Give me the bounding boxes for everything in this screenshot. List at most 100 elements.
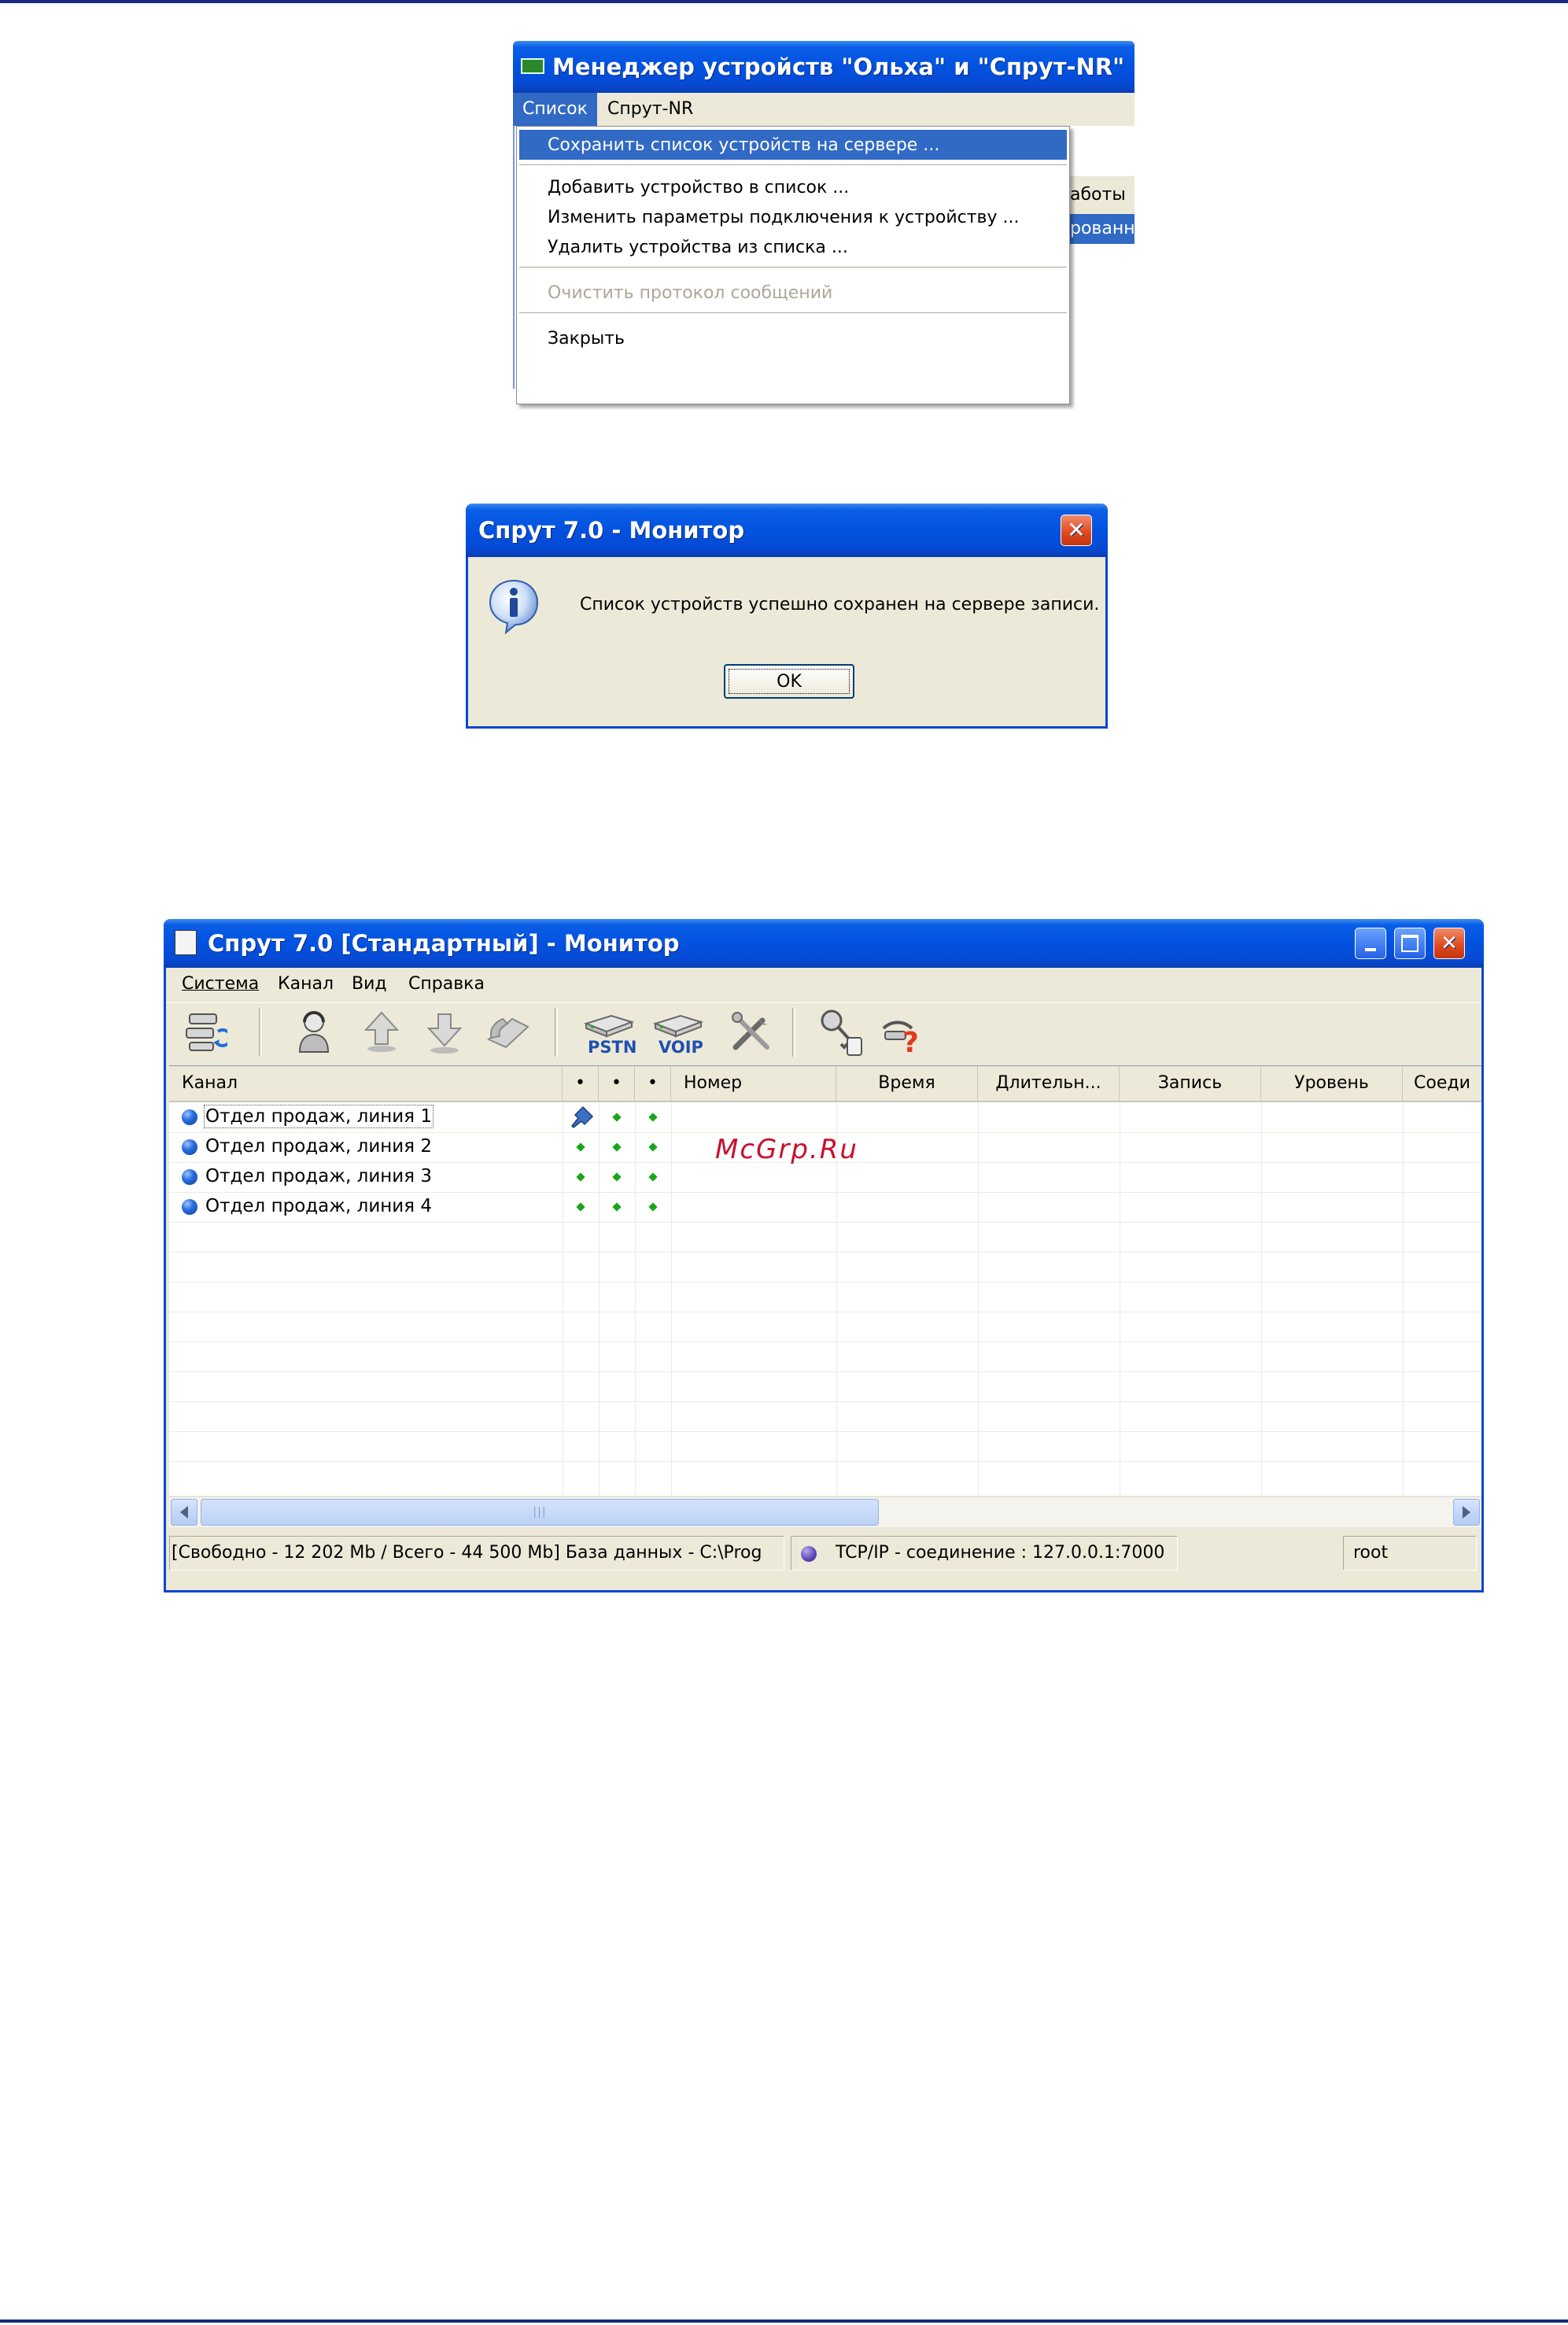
menu-item-close[interactable]: Закрыть (519, 323, 1067, 353)
spisok-dropdown-menu: Сохранить список устройств на сервере ..… (516, 126, 1070, 404)
scroll-thumb[interactable]: ||| (201, 1499, 879, 1526)
grid-line (169, 1341, 1481, 1342)
horizontal-scrollbar[interactable]: ||| (169, 1496, 1481, 1527)
column-header-duration[interactable]: Длительн... (978, 1066, 1120, 1101)
help-icon: ? (882, 1020, 919, 1055)
info-dialog: Спрут 7.0 - Монитор ✕ Список устройств у… (466, 504, 1108, 729)
column-header-connection[interactable]: Соеди (1403, 1066, 1481, 1101)
operator-icon (298, 1011, 330, 1053)
channel-name: Отдел продаж, линия 1 (203, 1105, 434, 1128)
green-status-dot (648, 1202, 658, 1212)
menu-sistema[interactable]: Система (182, 974, 259, 994)
channel-name: Отдел продаж, линия 3 (205, 1166, 433, 1186)
menu-sprut-nr[interactable]: Спрут-NR (607, 93, 693, 126)
tools-icon (732, 1012, 769, 1050)
connection-status-icon (801, 1546, 817, 1562)
toolbar-voip-button[interactable]: VOIP (647, 1003, 710, 1060)
monitor-titlebar[interactable]: Спрут 7.0 [Стандартный] - Монитор ✕ (164, 919, 1484, 968)
toolbar-devices-button[interactable] (182, 1003, 229, 1060)
toolbar-help-button[interactable]: ? (879, 1003, 926, 1060)
table-row[interactable]: Отдел продаж, линия 1 (169, 1102, 1481, 1132)
background-window-edge (513, 126, 515, 389)
menu-spravka[interactable]: Справка (408, 974, 485, 994)
column-header-level[interactable]: Уровень (1261, 1066, 1403, 1101)
toolbar-tools-button[interactable] (728, 1003, 775, 1060)
menu-separator (519, 267, 1067, 270)
green-status-dot (576, 1172, 585, 1182)
grid-line (169, 1461, 1481, 1462)
arrow-up-icon (363, 1011, 400, 1052)
toolbar-key-button[interactable] (816, 1003, 863, 1060)
column-header-marker-1[interactable]: • (563, 1066, 599, 1101)
channels-list-header: Канал • • • Номер Время Длительн... Запи… (169, 1066, 1481, 1102)
chevron-right-icon (1463, 1506, 1470, 1519)
column-header-channel[interactable]: Канал (169, 1066, 563, 1101)
minimize-button[interactable] (1355, 928, 1386, 959)
watermark-text: McGrp.Ru (715, 1134, 858, 1165)
status-user-text: root (1353, 1543, 1389, 1563)
channels-list: Канал • • • Номер Время Длительн... Запи… (169, 1065, 1481, 1496)
grid-line (169, 1401, 1481, 1402)
scroll-thumb-grip: ||| (533, 1506, 547, 1519)
device-manager-app-icon (521, 58, 544, 74)
menu-item-edit-connection[interactable]: Изменить параметры подключения к устройс… (519, 202, 1067, 232)
menu-vid[interactable]: Вид (352, 974, 387, 994)
ok-button[interactable]: OK (724, 664, 854, 699)
channel-status-led-icon (182, 1109, 197, 1125)
grid-line (169, 1222, 1481, 1223)
ok-button-focus-ring (729, 669, 850, 694)
green-status-dot (612, 1172, 622, 1182)
toolbar-operator-button[interactable] (290, 1003, 338, 1060)
menu-separator (519, 164, 1067, 168)
table-row[interactable]: Отдел продаж, линия 3 (169, 1162, 1481, 1192)
green-status-dot (576, 1202, 585, 1212)
toolbar-arrow-down-button[interactable] (421, 1003, 468, 1060)
toolbar-arrow-up-button[interactable] (358, 1003, 405, 1060)
grid-line (169, 1371, 1481, 1372)
scroll-left-button[interactable] (171, 1499, 197, 1526)
menu-spisok[interactable]: Список (513, 93, 597, 126)
background-column-header: аботы (1064, 176, 1134, 215)
chevron-left-icon (180, 1506, 188, 1519)
minimize-icon (1365, 948, 1376, 951)
device-manager-window: Менеджер устройств "Ольха" и "Спрут-NR" … (513, 41, 1149, 404)
monitor-title: Спрут 7.0 [Стандартный] - Монитор (208, 930, 680, 957)
info-dialog-titlebar[interactable]: Спрут 7.0 - Монитор ✕ (466, 504, 1108, 557)
device-manager-menubar: Список Спрут-NR (513, 93, 1134, 126)
column-header-marker-3[interactable]: • (635, 1066, 671, 1101)
menu-item-remove-devices[interactable]: Удалить устройства из списка ... (519, 232, 1067, 262)
background-selected-row: рованны (1064, 214, 1149, 244)
column-header-marker-2[interactable]: • (599, 1066, 635, 1101)
monitor-window: Спрут 7.0 [Стандартный] - Монитор ✕ Сист… (164, 919, 1484, 1592)
menu-kanal[interactable]: Канал (278, 974, 334, 994)
channels-grid: Отдел продаж, линия 1 Отдел продаж, лини… (169, 1102, 1481, 1496)
device-manager-titlebar[interactable]: Менеджер устройств "Ольха" и "Спрут-NR" (513, 41, 1134, 93)
pin-icon (570, 1105, 594, 1129)
channel-status-led-icon (182, 1169, 197, 1185)
status-user-panel: root (1343, 1536, 1477, 1570)
table-row[interactable]: Отдел продаж, линия 4 (169, 1192, 1481, 1222)
status-connection-panel: TCP/IP - соединение : 127.0.0.1:7000 (791, 1536, 1178, 1570)
phone-icon (487, 1017, 529, 1049)
green-status-dot (612, 1142, 622, 1152)
green-status-dot (576, 1142, 585, 1152)
info-icon (489, 579, 539, 634)
info-dialog-message: Список устройств успешно сохранен на сер… (580, 595, 1100, 614)
scroll-right-button[interactable] (1453, 1499, 1480, 1526)
toolbar-phone-button[interactable] (484, 1003, 531, 1060)
channel-name: Отдел продаж, линия 4 (205, 1196, 433, 1216)
toolbar-pstn-button[interactable]: PSTN (578, 1003, 641, 1060)
grid-line (169, 1252, 1481, 1253)
menu-separator (519, 312, 1067, 316)
green-status-dot (648, 1113, 658, 1122)
menu-item-save-on-server[interactable]: Сохранить список устройств на сервере ..… (519, 130, 1067, 160)
arrow-down-icon (426, 1013, 463, 1054)
maximize-button[interactable] (1394, 928, 1426, 959)
menu-item-add-device[interactable]: Добавить устройство в список ... (519, 172, 1067, 202)
column-header-number[interactable]: Номер (671, 1066, 836, 1101)
info-dialog-close-button[interactable]: ✕ (1061, 515, 1092, 546)
column-header-time[interactable]: Время (836, 1066, 978, 1101)
column-header-recording[interactable]: Запись (1120, 1066, 1261, 1101)
close-button[interactable]: ✕ (1433, 928, 1465, 959)
status-disk-text: [Свободно - 12 202 Mb / Всего - 44 500 M… (172, 1543, 762, 1563)
